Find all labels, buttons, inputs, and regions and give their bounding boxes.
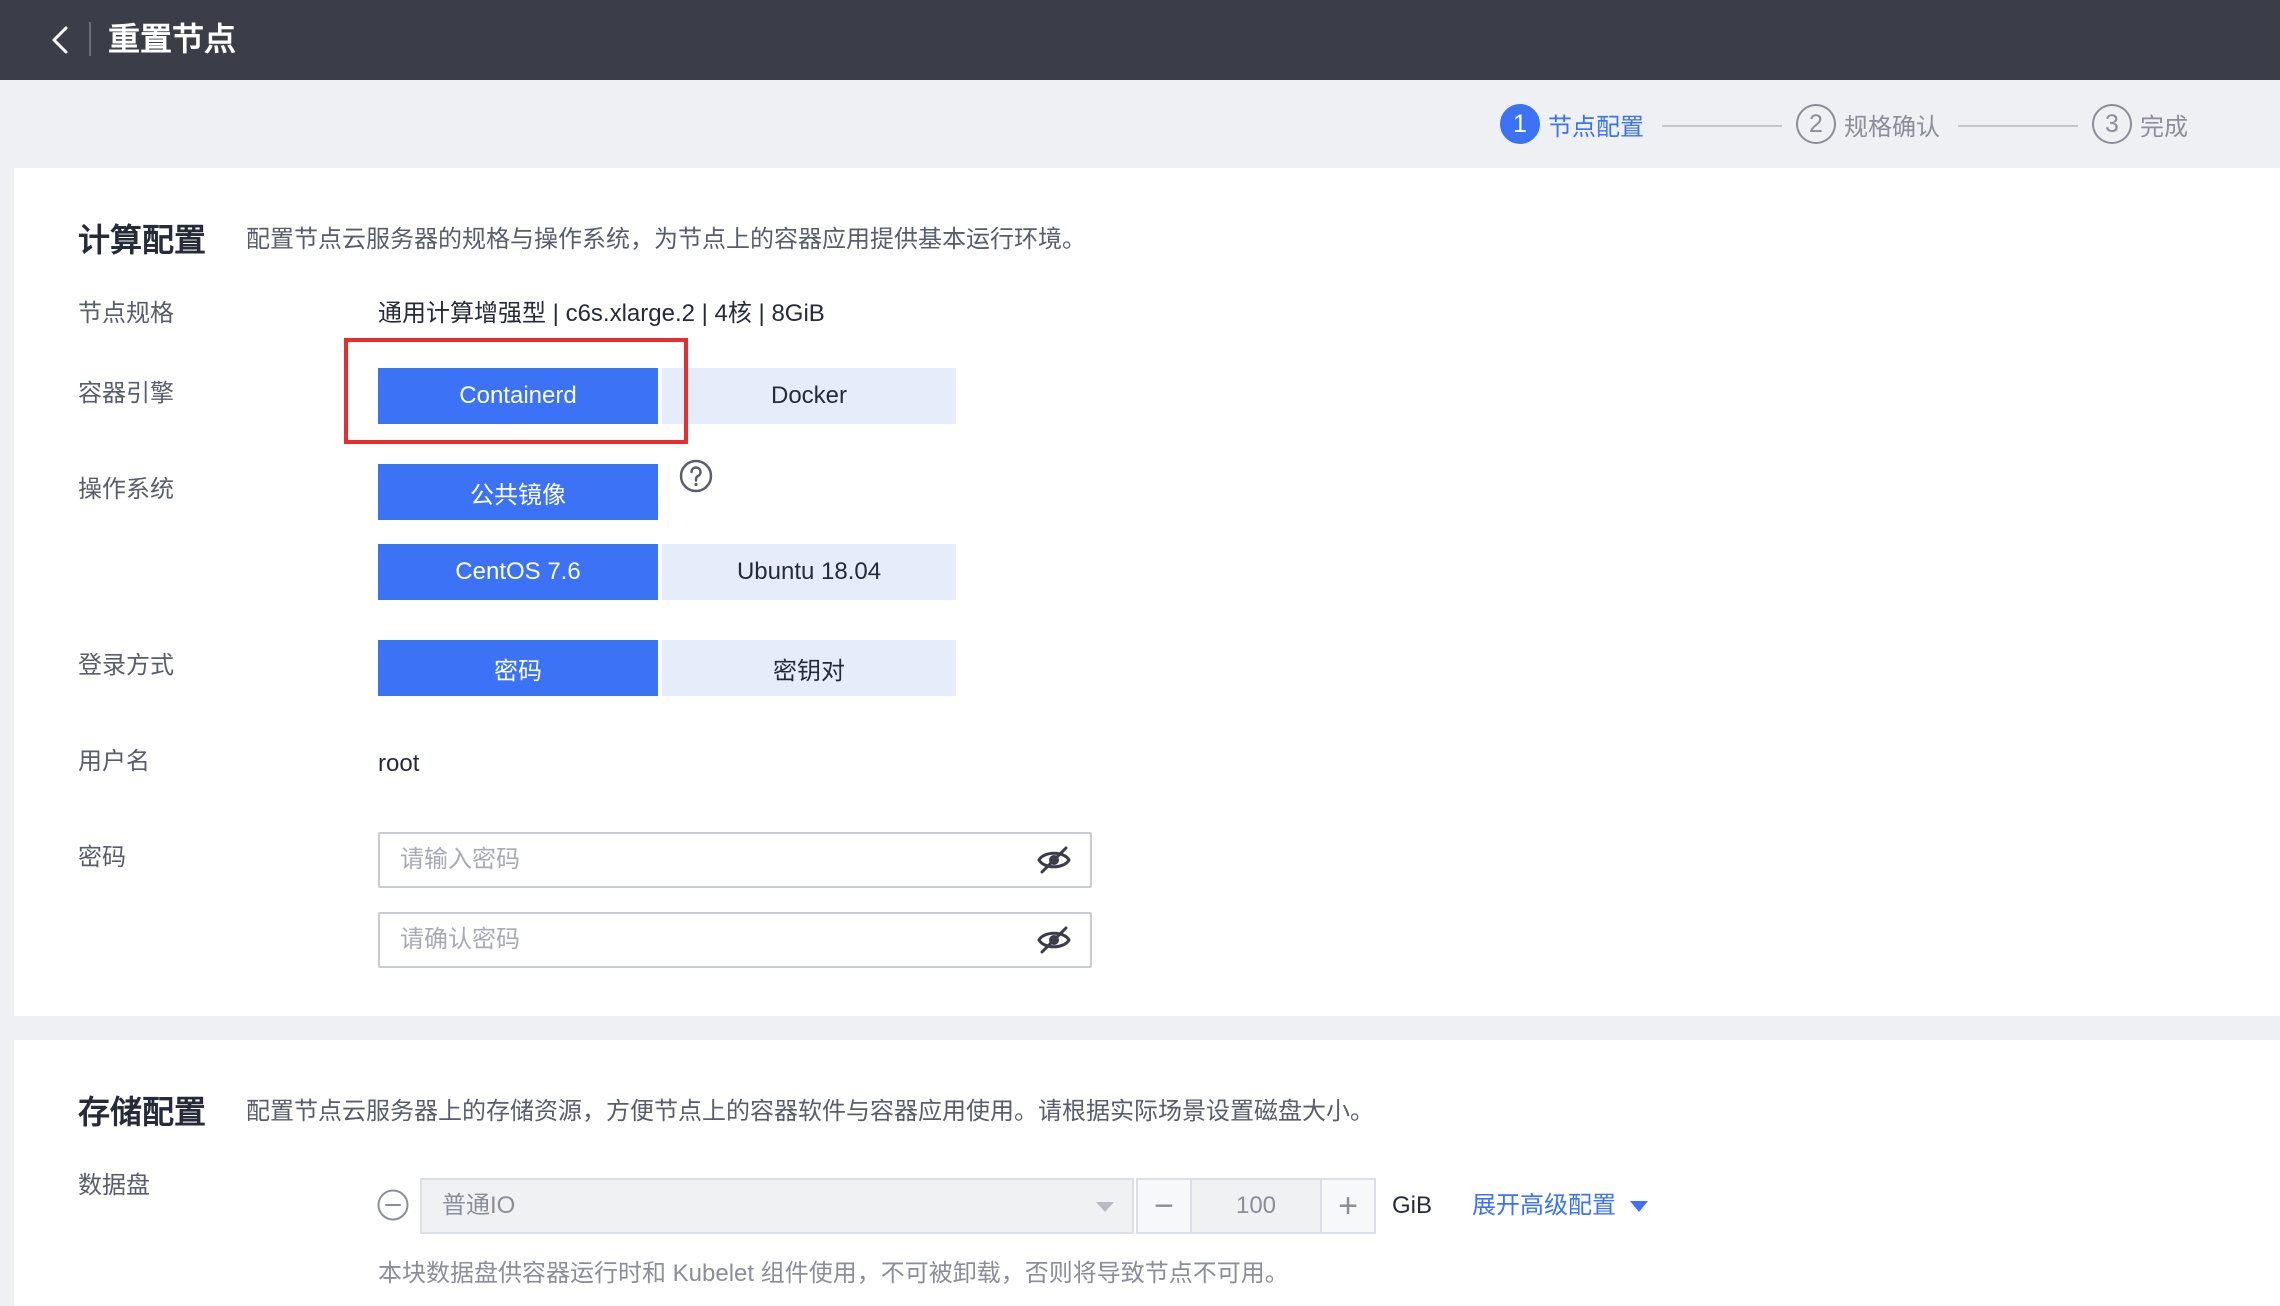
image-type-public[interactable]: 公共镜像 <box>378 464 658 520</box>
step-number: 2 <box>1796 104 1836 144</box>
disk-note: 本块数据盘供容器运行时和 Kubelet 组件使用，不可被卸载，否则将导致节点不… <box>378 1260 1289 1287</box>
step-connector <box>1662 125 1782 127</box>
caret-down-icon <box>1630 1200 1648 1212</box>
topbar-divider <box>89 22 91 56</box>
step-number: 3 <box>2092 104 2132 144</box>
os-label: 操作系统 <box>78 476 174 503</box>
disk-size-value[interactable]: 100 <box>1190 1180 1322 1232</box>
step-label: 节点配置 <box>1548 113 1644 141</box>
engine-label: 容器引擎 <box>78 380 174 407</box>
username-value: root <box>378 750 420 777</box>
step-number: 1 <box>1500 104 1540 144</box>
step-connector <box>1958 125 2078 127</box>
os-option-centos[interactable]: CentOS 7.6 <box>378 544 658 600</box>
login-option-password[interactable]: 密码 <box>378 640 658 696</box>
storage-config-card: 存储配置 配置节点云服务器上的存储资源，方便节点上的容器软件与容器应用使用。请根… <box>14 1040 2280 1306</box>
os-option-ubuntu[interactable]: Ubuntu 18.04 <box>662 544 956 600</box>
spec-label: 节点规格 <box>78 300 174 327</box>
disk-size-stepper: − 100 + <box>1136 1178 1376 1234</box>
page-title: 重置节点 <box>108 21 237 57</box>
password-confirm-field <box>378 912 1092 968</box>
spec-value: 通用计算增强型 | c6s.xlarge.2 | 4核 | 8GiB <box>378 300 825 327</box>
chevron-left-icon <box>52 26 68 54</box>
disk-type-value: 普通IO <box>442 1192 516 1219</box>
eye-off-icon[interactable] <box>1036 924 1072 956</box>
advanced-config-link[interactable]: 展开高级配置 <box>1472 1186 1648 1226</box>
section-desc-compute: 配置节点云服务器的规格与操作系统，为节点上的容器应用提供基本运行环境。 <box>246 226 1086 253</box>
password-input[interactable] <box>380 834 1000 886</box>
password-field <box>378 832 1092 888</box>
back-button[interactable] <box>40 18 84 62</box>
step-spec-confirm: 2 规格确认 <box>1796 102 1940 146</box>
step-label: 完成 <box>2140 113 2188 141</box>
highlight-annotation <box>344 338 688 444</box>
decrement-button[interactable]: − <box>1138 1180 1190 1232</box>
login-option-keypair[interactable]: 密钥对 <box>662 640 956 696</box>
password-confirm-input[interactable] <box>380 914 1000 966</box>
login-label: 登录方式 <box>78 652 174 679</box>
username-label: 用户名 <box>78 748 150 775</box>
eye-off-icon[interactable] <box>1036 844 1072 876</box>
top-bar: 重置节点 <box>0 0 2280 80</box>
step-complete: 3 完成 <box>2092 102 2188 146</box>
step-label: 规格确认 <box>1844 113 1940 141</box>
data-disk-label: 数据盘 <box>78 1172 150 1199</box>
help-icon[interactable] <box>678 458 714 494</box>
increment-button[interactable]: + <box>1322 1180 1374 1232</box>
compute-config-card: 计算配置 配置节点云服务器的规格与操作系统，为节点上的容器应用提供基本运行环境。… <box>14 168 2280 1016</box>
engine-option-docker[interactable]: Docker <box>662 368 956 424</box>
password-label: 密码 <box>78 844 126 871</box>
step-node-config: 1 节点配置 <box>1500 102 1644 146</box>
section-desc-storage: 配置节点云服务器上的存储资源，方便节点上的容器软件与容器应用使用。请根据实际场景… <box>246 1098 1374 1125</box>
section-title-compute: 计算配置 <box>78 222 207 258</box>
disk-size-unit: GiB <box>1392 1192 1433 1219</box>
disk-type-select[interactable]: 普通IO <box>420 1178 1134 1234</box>
advanced-config-label: 展开高级配置 <box>1472 1192 1616 1219</box>
remove-disk-icon[interactable] <box>376 1188 410 1222</box>
section-title-storage: 存储配置 <box>78 1094 207 1130</box>
chevron-down-icon <box>1096 1202 1114 1212</box>
